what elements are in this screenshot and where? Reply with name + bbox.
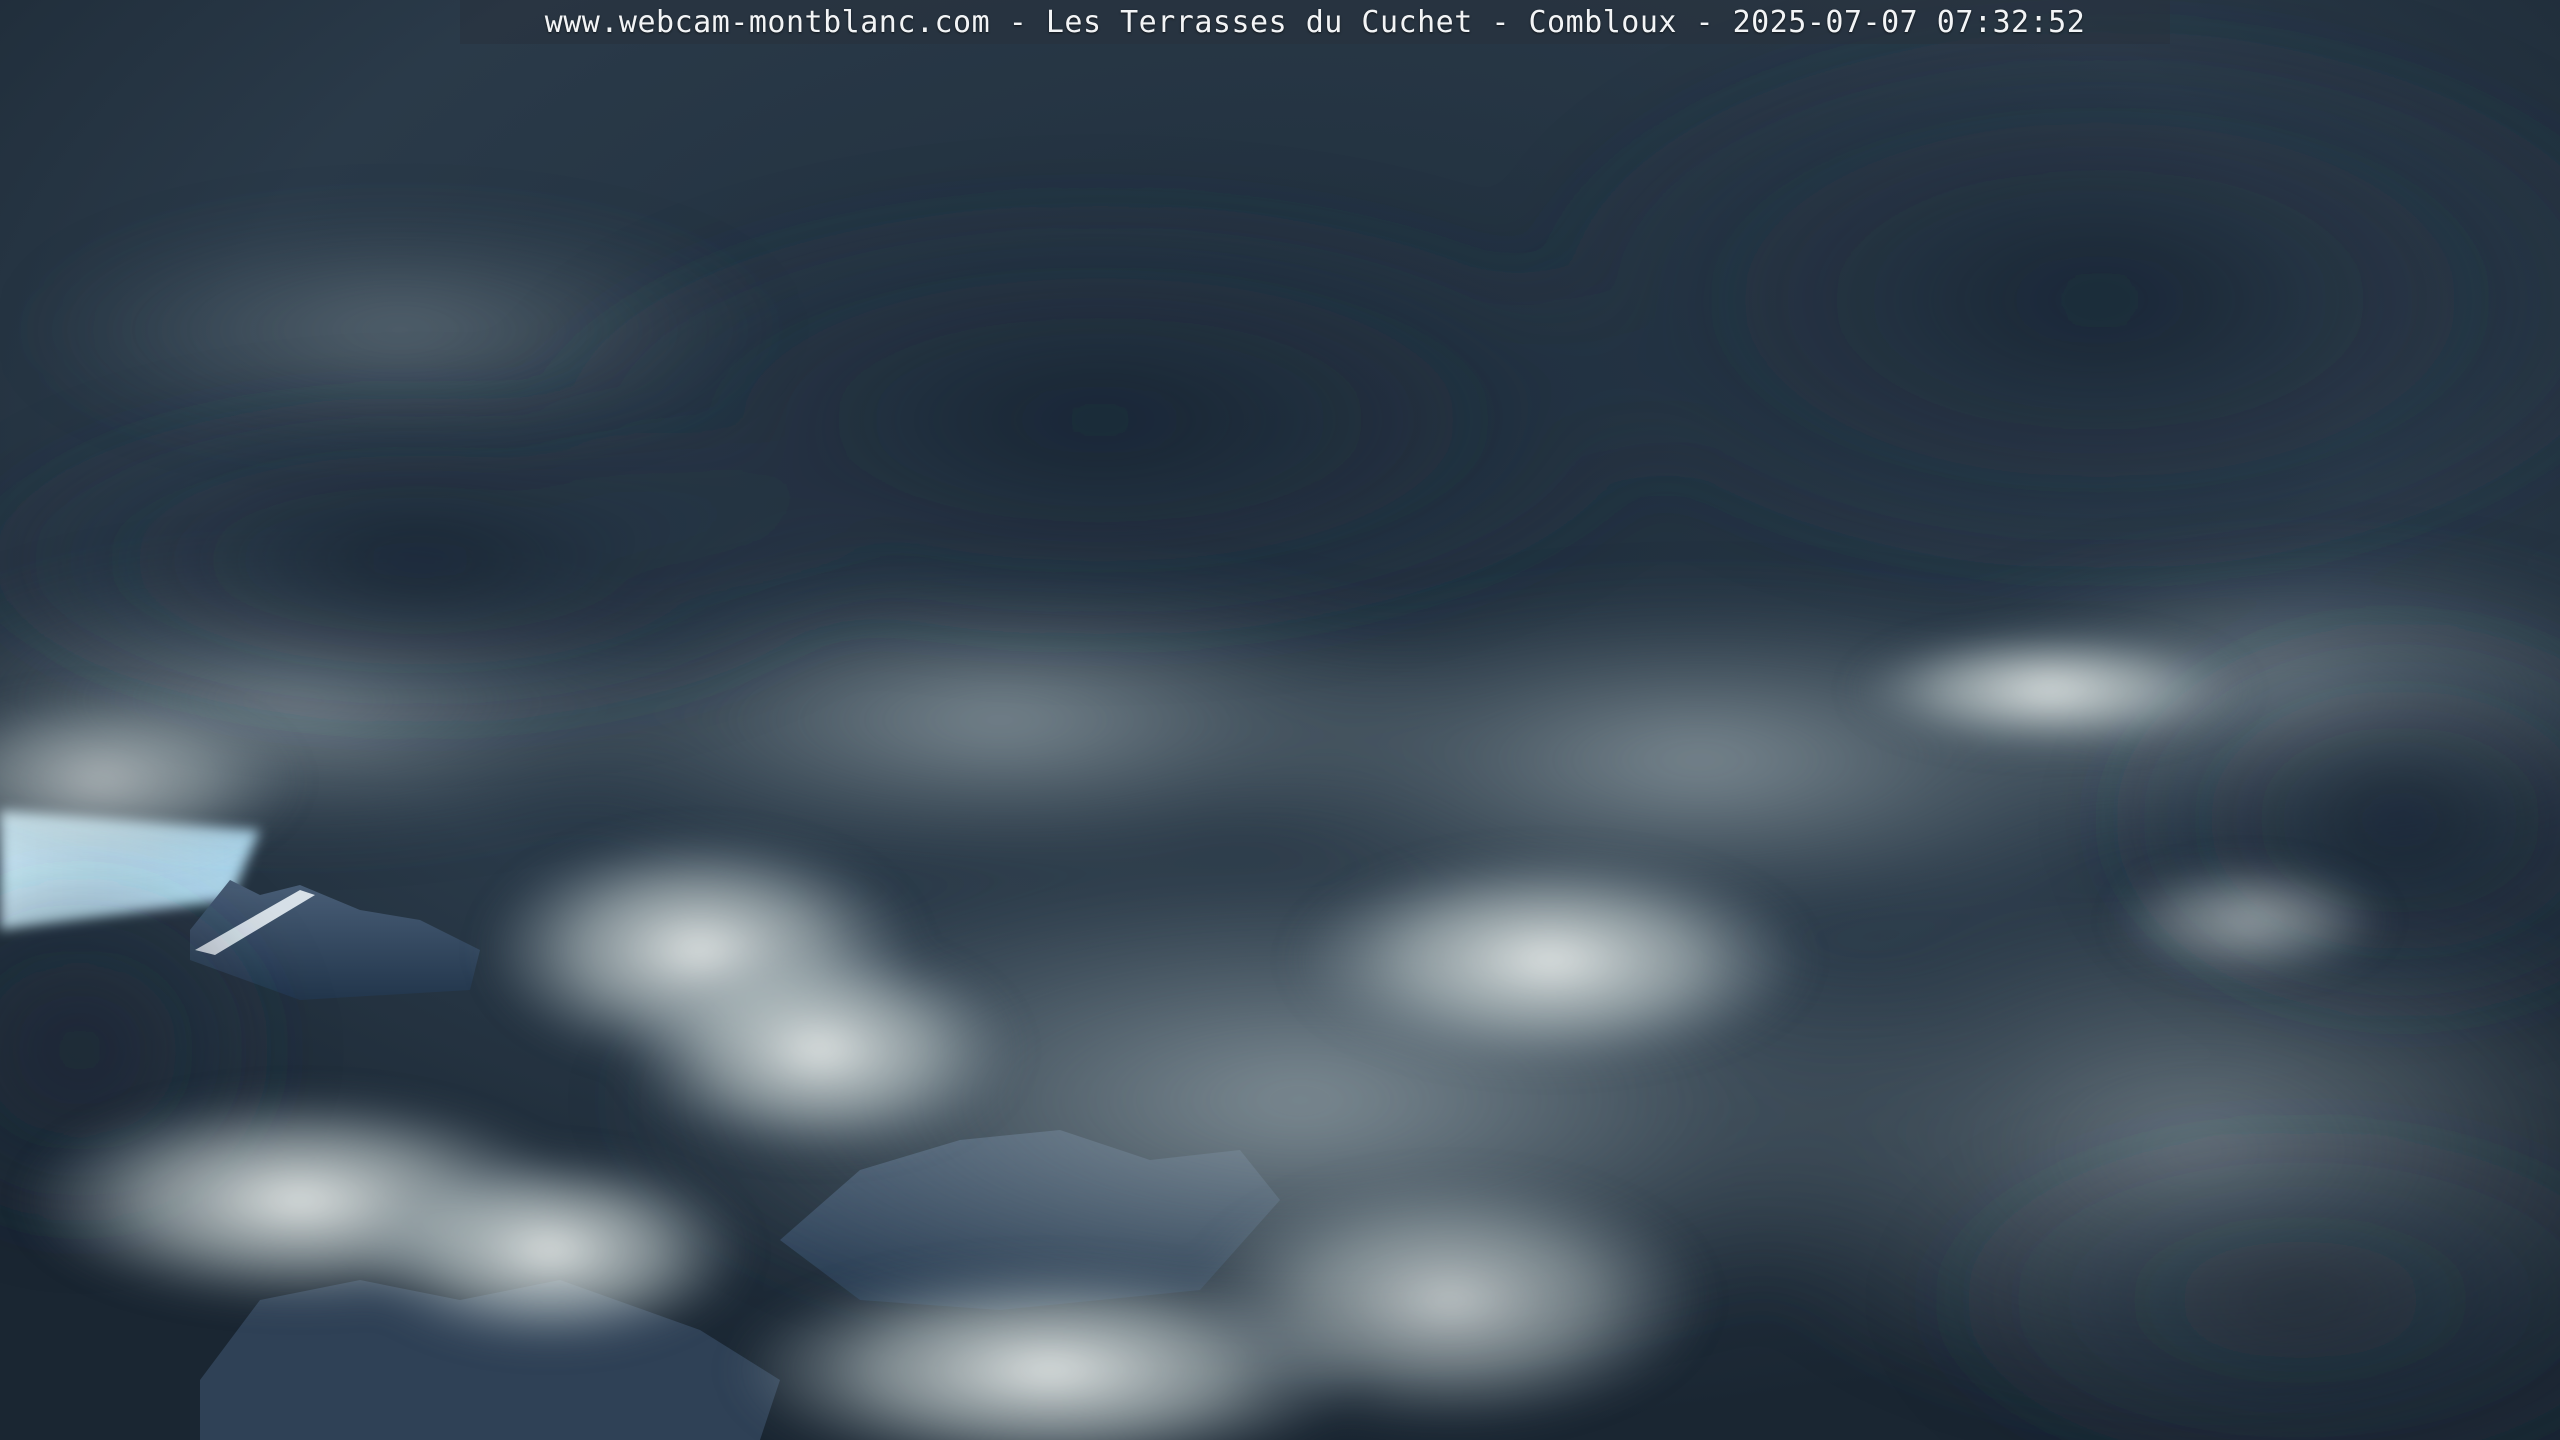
- webcam-caption: www.webcam-montblanc.com - Les Terrasses…: [544, 4, 2086, 40]
- webcam-image: [0, 0, 2560, 1440]
- webcam-frame: www.webcam-montblanc.com - Les Terrasses…: [0, 0, 2560, 1440]
- webcam-caption-bar: www.webcam-montblanc.com - Les Terrasses…: [460, 0, 2170, 44]
